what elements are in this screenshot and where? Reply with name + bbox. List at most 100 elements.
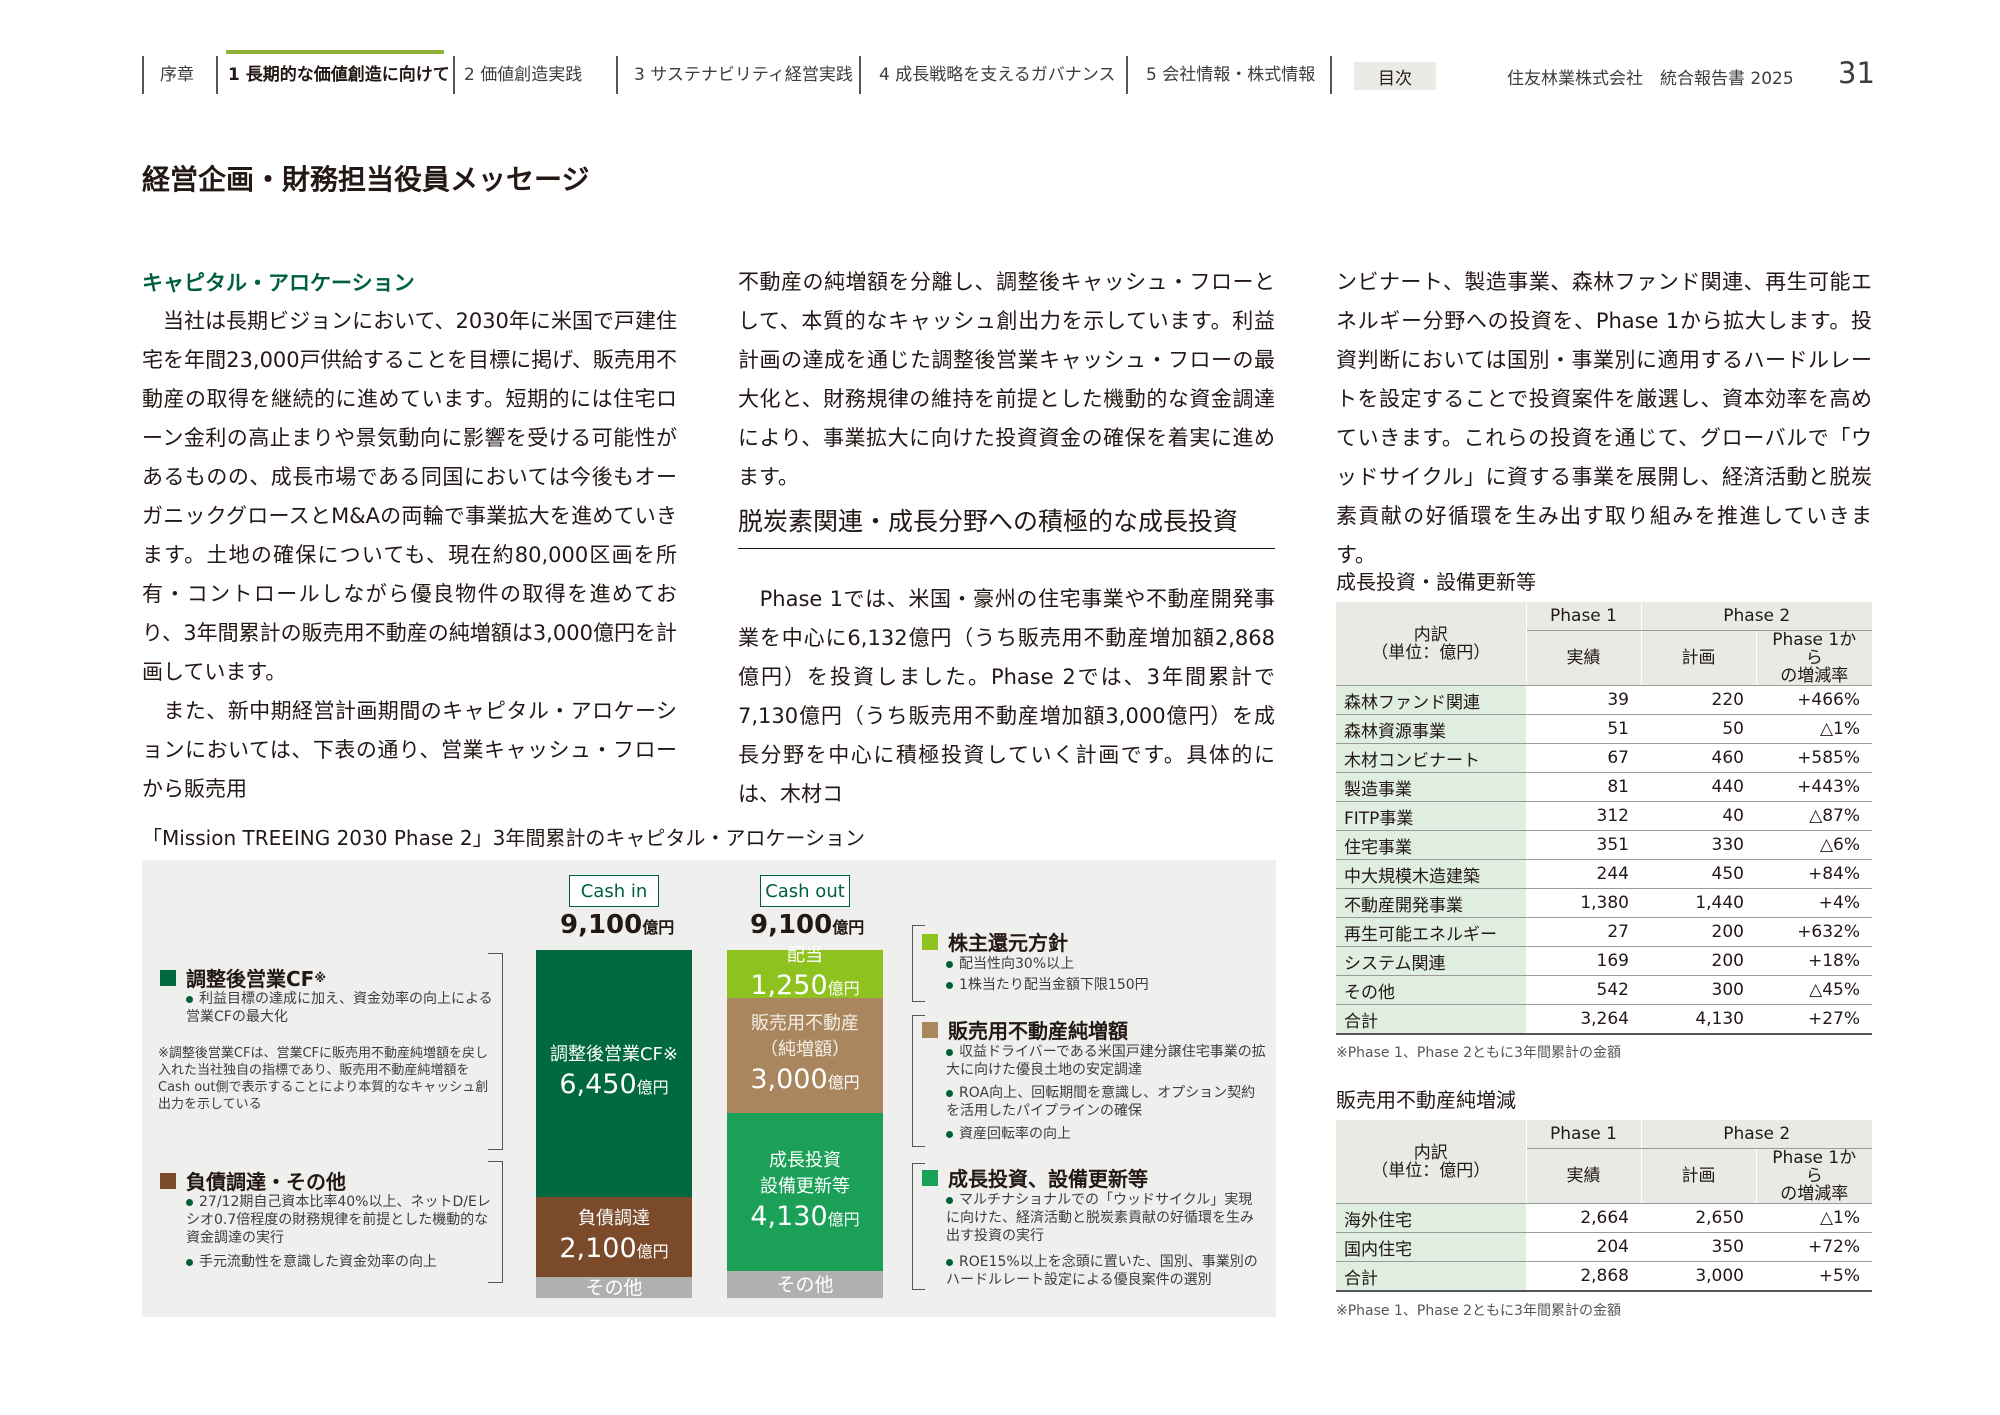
cash-out-tag: Cash out — [760, 875, 850, 907]
bullet-icon — [946, 1258, 953, 1266]
cash-out-stack: 配当 1,250億円 販売用不動産 （純増額） 3,000億円 成長投資 設備更… — [727, 945, 883, 1298]
nav-tab-prologue[interactable]: 序章 — [160, 52, 194, 92]
block-value: 2,100億円 — [559, 1232, 668, 1269]
row-label: 不動産開発事業 — [1336, 888, 1526, 918]
cell-actual: 244 — [1526, 859, 1641, 889]
cell-change: △87% — [1756, 801, 1872, 831]
table-row: 再生可能エネルギー 27 200 +632% — [1336, 917, 1872, 947]
row-label: その他 — [1336, 975, 1526, 1005]
cell-actual: 39 — [1526, 685, 1641, 715]
legend-title: 負債調達・その他 — [186, 1170, 346, 1194]
bullet-icon — [946, 981, 953, 989]
report-title: 住友林業株式会社 統合報告書 2025 — [1507, 69, 1794, 89]
cell-plan: 4,130 — [1641, 1004, 1756, 1035]
nav-tab-chapter2[interactable]: 2 価値創造実践 — [464, 52, 582, 92]
row-label: 木材コンビナート — [1336, 743, 1526, 773]
cell-plan: 1,440 — [1641, 888, 1756, 918]
cell-actual: 81 — [1526, 772, 1641, 802]
real-estate-table: 内訳 （単位：億円） Phase 1 Phase 2 実績 計画 Phase 1… — [1336, 1120, 1872, 1292]
cell-actual: 67 — [1526, 743, 1641, 773]
table-header-plan: 計画 — [1641, 1148, 1757, 1204]
legend-adjusted-cf: 調整後営業CF ※ — [160, 963, 326, 992]
legend-real-estate: 販売用不動産純増額 — [922, 1015, 1128, 1044]
legend-bullet: 収益ドライバーである米国戸建分譲住宅事業の拡大に向けた優良土地の安定調達 — [946, 1043, 1266, 1079]
cell-actual: 27 — [1526, 917, 1641, 947]
bullet-icon — [946, 1196, 953, 1204]
bullet-icon — [186, 1198, 193, 1206]
page-number: 31 — [1838, 56, 1875, 90]
cell-change: +4% — [1756, 888, 1872, 918]
table-title: 成長投資・設備更新等 — [1336, 570, 1536, 594]
table-header-phase1: Phase 1 — [1526, 602, 1642, 631]
row-label: システム関連 — [1336, 946, 1526, 976]
legend-footnote: ※調整後営業CFは、営業CFに販売用不動産純増額を戻し入れた当社独自の指標であり… — [158, 1046, 489, 1112]
unit-label: 億円 — [827, 1209, 860, 1229]
row-label: 合計 — [1336, 1261, 1526, 1292]
block-debt-financing: 負債調達 2,100億円 — [536, 1197, 692, 1277]
cash-out-total-value: 9,100 — [750, 910, 833, 940]
block-dividends: 配当 1,250億円 — [727, 945, 883, 1001]
legend-bullet: 1株当たり配当金額下限150円 — [946, 976, 1266, 994]
unit-label: 億円 — [827, 1073, 860, 1092]
nav-separator — [453, 56, 455, 94]
legend-bullet-text: 資産回転率の向上 — [959, 1126, 1071, 1142]
nav-tab-chapter3[interactable]: 3 サステナビリティ経営実践 — [634, 52, 853, 92]
body-paragraph: Phase 1では、米国・豪州の住宅事業や不動産開発事業を中心に6,132億円（… — [738, 587, 1275, 806]
heading-underline — [738, 548, 1275, 549]
cell-plan: 440 — [1641, 772, 1756, 802]
table-row: システム関連 169 200 +18% — [1336, 946, 1872, 976]
table-title: 販売用不動産純増減 — [1336, 1088, 1516, 1112]
unit-label: 億円 — [636, 1078, 669, 1097]
row-label: 製造事業 — [1336, 772, 1526, 802]
table-row: 中大規模木造建築 244 450 +84% — [1336, 859, 1872, 889]
legend-bullet: 配当性向30%以上 — [946, 955, 1266, 973]
table-row: 不動産開発事業 1,380 1,440 +4% — [1336, 888, 1872, 918]
page-title: 経営企画・財務担当役員メッセージ — [142, 163, 590, 196]
legend-bullet-text: 27/12期自己資本比率40%以上、ネットD/Eレシオ0.7倍程度の財務規律を前… — [186, 1194, 491, 1246]
table-header-item: 内訳 （単位：億円） — [1336, 602, 1527, 686]
legend-bullet-text: ROE15%以上を念頭に置いた、国別、事業別のハードルレート設定による優良案件の… — [946, 1254, 1258, 1288]
nav-separator — [1126, 56, 1128, 94]
block-value-number: 4,130 — [750, 1200, 828, 1232]
cell-plan: 3,000 — [1641, 1261, 1756, 1292]
nav-separator — [216, 56, 218, 94]
nav-tab-chapter1[interactable]: 1 長期的な価値創造に向けて — [228, 52, 450, 92]
legend-square-icon — [922, 1021, 938, 1038]
bullet-icon — [946, 1089, 953, 1097]
row-label: 森林ファンド関連 — [1336, 685, 1526, 715]
nav-tab-chapter4[interactable]: 4 成長戦略を支えるガバナンス — [879, 52, 1115, 92]
table-header-actual: 実績 — [1526, 1148, 1642, 1204]
table-row: 国内住宅 204 350 +72% — [1336, 1232, 1872, 1262]
block-other-out: その他 — [727, 1271, 883, 1298]
block-value-number: 6,450 — [559, 1069, 637, 1100]
cell-plan: 200 — [1641, 946, 1756, 976]
block-label: 成長投資 設備更新等 — [760, 1149, 850, 1197]
block-value-number: 2,100 — [559, 1232, 637, 1264]
legend-debt: 負債調達・その他 — [160, 1166, 346, 1195]
cell-actual: 312 — [1526, 801, 1641, 831]
cell-plan: 200 — [1641, 917, 1756, 947]
nav-tab-chapter5[interactable]: 5 会社情報・株式情報 — [1146, 52, 1315, 92]
unit-label: 億円 — [636, 1241, 669, 1261]
cell-actual: 51 — [1526, 714, 1641, 744]
row-label: FITP事業 — [1336, 801, 1526, 831]
cell-plan: 330 — [1641, 830, 1756, 860]
table-of-contents-button[interactable]: 目次 — [1354, 62, 1436, 90]
body-paragraph: また、新中期経営計画期間のキャピタル・アロケーションにおいては、下表の通り、営業… — [142, 699, 677, 801]
row-label: 住宅事業 — [1336, 830, 1526, 860]
table-header-actual: 実績 — [1526, 630, 1642, 686]
legend-bullet-text: 収益ドライバーである米国戸建分譲住宅事業の拡大に向けた優良土地の安定調達 — [946, 1044, 1266, 1078]
table-row: 製造事業 81 440 +443% — [1336, 772, 1872, 802]
cell-actual: 351 — [1526, 830, 1641, 860]
growth-investment-table: 内訳 （単位：億円） Phase 1 Phase 2 実績 計画 Phase 1… — [1336, 602, 1872, 1035]
legend-bullet: 利益目標の達成に加え、資金効率の向上による営業CFの最大化 — [186, 990, 496, 1026]
legend-bullet: 27/12期自己資本比率40%以上、ネットD/Eレシオ0.7倍程度の財務規律を前… — [186, 1193, 496, 1247]
cell-actual: 2,868 — [1526, 1261, 1641, 1292]
cash-in-total: 9,100億円 — [560, 910, 674, 940]
cash-out-total: 9,100億円 — [750, 910, 864, 940]
table-header-phase1: Phase 1 — [1526, 1120, 1642, 1149]
block-label: 配当 — [787, 944, 823, 966]
body-paragraph: 不動産の純増額を分離し、調整後キャッシュ・フローとして、本質的なキャッシュ創出力… — [738, 270, 1275, 489]
legend-bullet: ROA向上、回転期間を意識し、オプション契約を活用したパイプラインの確保 — [946, 1084, 1266, 1120]
table-row: その他 542 300 △45% — [1336, 975, 1872, 1005]
